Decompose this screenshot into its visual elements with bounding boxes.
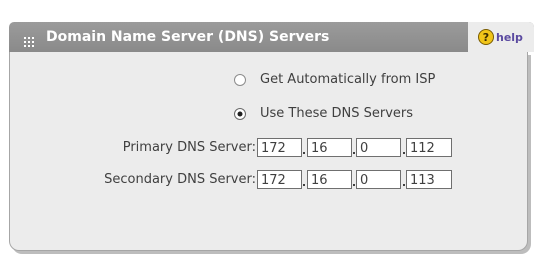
secondary-octet-4-input[interactable]: 113 bbox=[406, 170, 452, 189]
radio-selected-icon[interactable] bbox=[234, 108, 246, 120]
help-label: help bbox=[496, 31, 523, 44]
primary-octet-2-input[interactable]: 16 bbox=[307, 138, 352, 157]
radio-unselected-icon[interactable] bbox=[234, 74, 246, 86]
separator-dot bbox=[353, 184, 355, 186]
option-label: Use These DNS Servers bbox=[260, 106, 414, 121]
separator-dot bbox=[303, 184, 305, 186]
primary-octet-4-input[interactable]: 112 bbox=[406, 138, 452, 157]
separator-dot bbox=[353, 152, 355, 154]
svg-text:?: ? bbox=[483, 31, 489, 44]
grip-dots-icon bbox=[23, 36, 35, 48]
panel-header: Domain Name Server (DNS) Servers ? help bbox=[9, 22, 534, 52]
secondary-octet-2-input[interactable]: 16 bbox=[307, 170, 352, 189]
secondary-dns-label: Secondary DNS Server: bbox=[104, 172, 256, 187]
question-circle-icon: ? bbox=[478, 29, 494, 45]
primary-octet-1-input[interactable]: 172 bbox=[257, 138, 302, 157]
primary-octet-3-input[interactable]: 0 bbox=[356, 138, 401, 157]
secondary-octet-1-input[interactable]: 172 bbox=[257, 170, 302, 189]
panel-title: Domain Name Server (DNS) Servers bbox=[46, 29, 330, 45]
primary-dns-label: Primary DNS Server: bbox=[122, 140, 256, 155]
separator-dot bbox=[403, 184, 405, 186]
secondary-octet-3-input[interactable]: 0 bbox=[356, 170, 401, 189]
panel-body: Get Automatically from ISP Use These DNS… bbox=[9, 52, 528, 251]
help-link[interactable]: ? help bbox=[468, 22, 534, 52]
separator-dot bbox=[303, 152, 305, 154]
separator-dot bbox=[403, 152, 405, 154]
dns-servers-panel: Domain Name Server (DNS) Servers ? help … bbox=[9, 8, 534, 251]
option-label: Get Automatically from ISP bbox=[260, 72, 436, 87]
